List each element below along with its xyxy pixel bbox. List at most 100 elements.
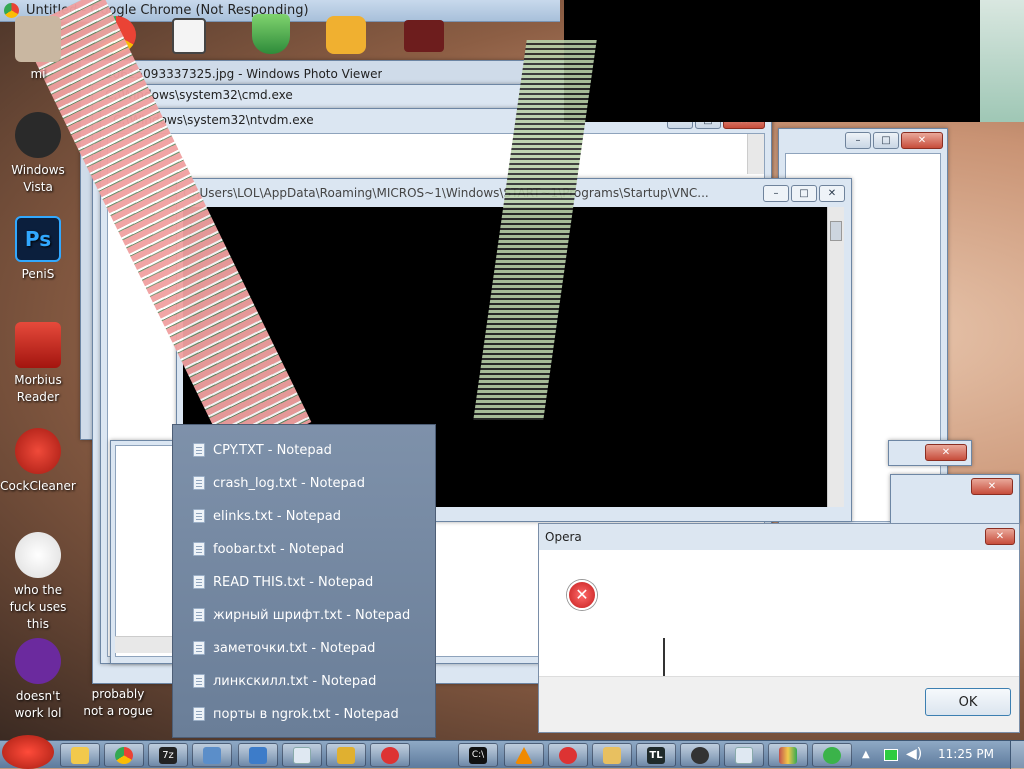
- jumplist-item[interactable]: заметочки.txt - Notepad: [193, 637, 375, 659]
- desktop-icon-rogue[interactable]: probably not a rogue: [80, 686, 156, 720]
- taskbar-button-eye[interactable]: [680, 743, 720, 767]
- show-hidden-icons-icon[interactable]: ▲: [862, 749, 870, 760]
- taskbar-button-error-2[interactable]: [548, 743, 588, 767]
- desktop-icon-photoshop[interactable]: Ps PeniS: [0, 216, 76, 283]
- small-window-2[interactable]: ✕: [890, 474, 1020, 524]
- desktop-icon-label: Morbius Reader: [14, 373, 62, 404]
- close-button[interactable]: ✕: [925, 444, 967, 461]
- desktop-icon-label: doesn't work lol: [14, 689, 62, 720]
- taskbar-button-utorrent[interactable]: [812, 743, 852, 767]
- taskbar-button-notepad-2[interactable]: [724, 743, 764, 767]
- taskbar: 7z C:\ TL ▲ ◀) 11:25 PM: [0, 735, 1024, 769]
- photoshop-icon: Ps: [15, 216, 61, 262]
- folder-icon: [603, 747, 621, 764]
- jumplist-item[interactable]: CPY.TXT - Notepad: [193, 439, 332, 461]
- desktop-icon-cockcleaner[interactable]: CockCleaner: [0, 428, 76, 495]
- jumplist-item[interactable]: порты в ngrok.txt - Notepad: [193, 703, 399, 725]
- desktop-icon-mi[interactable]: mi: [0, 16, 76, 83]
- scroll-thumb[interactable]: [830, 221, 842, 241]
- chrome-icon: [115, 747, 133, 764]
- notepad-icon: [293, 747, 311, 764]
- taskbar-button-chrome[interactable]: [104, 743, 144, 767]
- desktop-icon-yahoo[interactable]: doesn't work lol: [0, 638, 76, 722]
- show-desktop-button[interactable]: [1010, 741, 1024, 769]
- notepad-icon: [735, 747, 753, 764]
- small-window-1[interactable]: ✕: [888, 440, 972, 466]
- vertical-scrollbar[interactable]: [747, 134, 764, 174]
- jumplist-item[interactable]: READ THIS.txt - Notepad: [193, 571, 373, 593]
- yahoo-messenger-icon: [15, 638, 61, 684]
- desktop-icon-morbius-reader[interactable]: Morbius Reader: [0, 322, 76, 406]
- explorer-icon: [71, 747, 89, 764]
- close-button[interactable]: ✕: [971, 478, 1013, 495]
- notepad-icon: [193, 476, 205, 490]
- close-button[interactable]: ✕: [901, 132, 943, 149]
- taskbar-button-tl[interactable]: TL: [636, 743, 676, 767]
- black-overlay: [564, 0, 984, 122]
- taskbar-button-network[interactable]: [238, 743, 278, 767]
- desktop-icon-label: mi: [30, 67, 46, 81]
- card-icon[interactable]: [172, 18, 206, 54]
- maximize-button[interactable]: □: [791, 185, 817, 202]
- taskbar-button-notepad[interactable]: [282, 743, 322, 767]
- lower-left-client: [115, 445, 173, 657]
- vnc-window-title: C:\Users\LOL\AppData\Roaming\MICROS~1\Wi…: [183, 186, 709, 200]
- desktop-icon-windows-vista[interactable]: Windows Vista: [0, 112, 76, 196]
- cmd-icon: C:\: [469, 747, 487, 764]
- desktop-icon-label: probably not a rogue: [83, 687, 153, 718]
- jumplist-item[interactable]: crash_log.txt - Notepad: [193, 472, 365, 494]
- taskbar-button-antivirus[interactable]: [326, 743, 366, 767]
- jumplist-item-label: READ THIS.txt - Notepad: [213, 574, 374, 590]
- lower-left-window[interactable]: [110, 440, 174, 664]
- taskbar-button-7zip[interactable]: 7z: [148, 743, 188, 767]
- taskbar-button-vlc[interactable]: [504, 743, 544, 767]
- jumplist-item[interactable]: elinks.txt - Notepad: [193, 505, 341, 527]
- desktop-icon-lightning[interactable]: who the fuck uses this: [0, 532, 76, 633]
- taskbar-button-cmd[interactable]: C:\: [458, 743, 498, 767]
- minimize-button[interactable]: –: [845, 132, 871, 149]
- tl-icon: TL: [647, 747, 665, 764]
- notepad-icon: [193, 674, 205, 688]
- lightning-icon: [15, 532, 61, 578]
- taskbar-button-error[interactable]: [370, 743, 410, 767]
- jumplist-item-label: линкскилл.txt - Notepad: [213, 673, 377, 689]
- clock[interactable]: 11:25 PM: [938, 747, 994, 761]
- red-shield-icon[interactable]: [404, 20, 444, 52]
- desktop-icon-label: PeniS: [21, 267, 55, 281]
- error-icon: [559, 747, 577, 764]
- console-scrollbar[interactable]: [827, 207, 844, 507]
- jumplist-item[interactable]: foobar.txt - Notepad: [193, 538, 344, 560]
- taskbar-button-folder[interactable]: [592, 743, 632, 767]
- minimize-button[interactable]: –: [763, 185, 789, 202]
- photo-viewer-icon: [203, 747, 221, 764]
- utorrent-icon: [823, 747, 841, 764]
- volume-icon[interactable]: ◀): [906, 746, 922, 762]
- desktop-icon-label: Windows Vista: [11, 163, 65, 194]
- jumplist-item-label: elinks.txt - Notepad: [213, 508, 341, 524]
- notepad-icon: [193, 641, 205, 655]
- notepad-icon: [193, 575, 205, 589]
- opera-dialog-titlebar[interactable]: Opera ✕: [539, 524, 1019, 550]
- maximize-button[interactable]: □: [873, 132, 899, 149]
- antivirus-icon: [337, 747, 355, 764]
- ok-button[interactable]: OK: [925, 688, 1011, 716]
- start-button[interactable]: [2, 735, 54, 769]
- jumplist-item-label: foobar.txt - Notepad: [213, 541, 345, 557]
- 7zip-icon: 7z: [159, 747, 177, 764]
- battery-icon[interactable]: [884, 749, 898, 761]
- angry-birds-pig-icon[interactable]: [326, 16, 366, 54]
- top-icon-row: [90, 14, 490, 56]
- jumplist-item-label: CPY.TXT - Notepad: [213, 442, 332, 458]
- desktop-icon-label: CockCleaner: [0, 479, 76, 493]
- jumplist-item[interactable]: жирный шрифт.txt - Notepad: [193, 604, 410, 626]
- taskbar-button-explorer[interactable]: [60, 743, 100, 767]
- close-button[interactable]: ✕: [819, 185, 845, 202]
- taskbar-button-paint[interactable]: [768, 743, 808, 767]
- horizontal-scrollbar[interactable]: [115, 636, 173, 653]
- jumplist-item[interactable]: линкскилл.txt - Notepad: [193, 670, 376, 692]
- taskbar-jumplist: CPY.TXT - Notepad crash_log.txt - Notepa…: [172, 424, 436, 738]
- close-button[interactable]: ✕: [985, 528, 1015, 545]
- pdf-reader-icon: [15, 322, 61, 368]
- shield-check-icon[interactable]: [252, 14, 290, 54]
- taskbar-button-photo-viewer[interactable]: [192, 743, 232, 767]
